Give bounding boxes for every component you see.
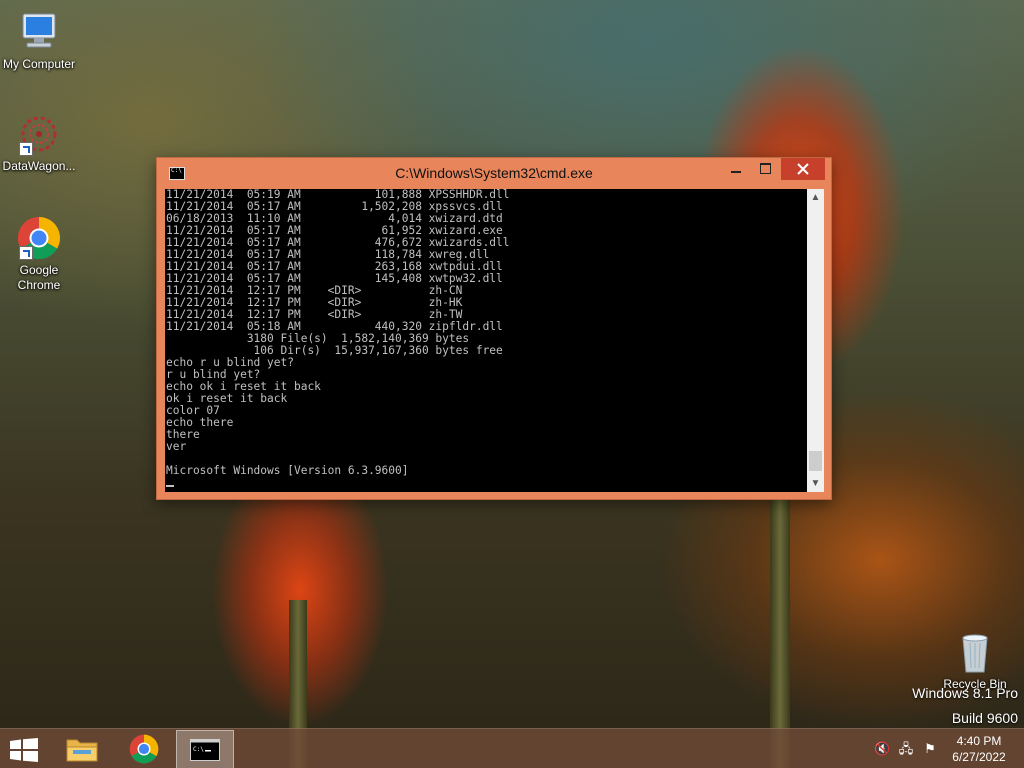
console-output[interactable]: 11/21/2014 05:19 AM 101,888 XPSSHHDR.dll… bbox=[165, 189, 807, 492]
folder-icon bbox=[66, 739, 98, 762]
chrome-icon bbox=[129, 734, 159, 764]
taskbar-clock[interactable]: 4:40 PM 6/27/2022 bbox=[944, 733, 1014, 765]
scroll-up-arrow-icon[interactable]: ▲ bbox=[807, 189, 824, 206]
desktop-icon-label: My Computer bbox=[2, 57, 76, 71]
taskbar: C:\ 🔇 🖧 ⚑ 4:40 PM 6/27/2022 bbox=[0, 728, 1024, 768]
shortcut-arrow-icon bbox=[19, 246, 33, 260]
desktop-icon-datawagon[interactable]: DataWagon... bbox=[0, 112, 78, 174]
clock-date: 6/27/2022 bbox=[952, 750, 1006, 764]
console-text: 11/21/2014 05:19 AM 101,888 XPSSHHDR.dll… bbox=[166, 189, 510, 477]
datawagon-icon bbox=[17, 112, 61, 156]
chrome-icon bbox=[17, 216, 61, 260]
minimize-button[interactable] bbox=[723, 158, 749, 180]
desktop-icon-recycle-bin[interactable]: Recycle Bin bbox=[936, 630, 1014, 692]
action-center-flag-icon[interactable]: ⚑ bbox=[922, 741, 938, 757]
svg-text:C:\: C:\ bbox=[193, 746, 204, 753]
taskbar-command-prompt[interactable]: C:\ bbox=[176, 730, 234, 768]
windows-edition-watermark: Windows 8.1 Pro bbox=[912, 685, 1018, 701]
shortcut-arrow-icon bbox=[19, 142, 33, 156]
desktop-icon-label: Google Chrome bbox=[17, 263, 61, 292]
cmd-window[interactable]: C:\Windows\System32\cmd.exe 11/21/2014 0… bbox=[156, 157, 832, 500]
desktop-icon-google-chrome[interactable]: Google Chrome bbox=[0, 216, 78, 293]
taskbar-file-explorer[interactable] bbox=[54, 730, 110, 768]
start-button[interactable] bbox=[10, 738, 38, 762]
scroll-down-arrow-icon[interactable]: ▼ bbox=[807, 475, 824, 492]
windows-build-watermark: Build 9600 bbox=[951, 710, 1018, 726]
desktop-icon-my-computer[interactable]: My Computer bbox=[0, 10, 78, 72]
scrollbar-thumb[interactable] bbox=[809, 451, 822, 471]
network-icon[interactable]: 🖧 bbox=[898, 741, 914, 757]
text-cursor bbox=[166, 485, 174, 487]
cmd-titlebar[interactable]: C:\Windows\System32\cmd.exe bbox=[157, 158, 831, 188]
maximize-button[interactable] bbox=[751, 158, 779, 180]
recycle-bin-icon bbox=[953, 630, 997, 674]
clock-time: 4:40 PM bbox=[956, 734, 1002, 748]
close-icon bbox=[797, 163, 809, 175]
computer-icon bbox=[17, 10, 61, 54]
cmd-icon: C:\ bbox=[190, 739, 220, 761]
desktop-icon-label: DataWagon... bbox=[2, 159, 76, 173]
close-button[interactable] bbox=[781, 158, 825, 180]
taskbar-google-chrome[interactable] bbox=[116, 730, 172, 768]
windows-logo-icon bbox=[10, 738, 38, 762]
volume-muted-icon[interactable]: 🔇 bbox=[874, 741, 890, 757]
vertical-scrollbar[interactable]: ▲ ▼ bbox=[807, 189, 824, 492]
